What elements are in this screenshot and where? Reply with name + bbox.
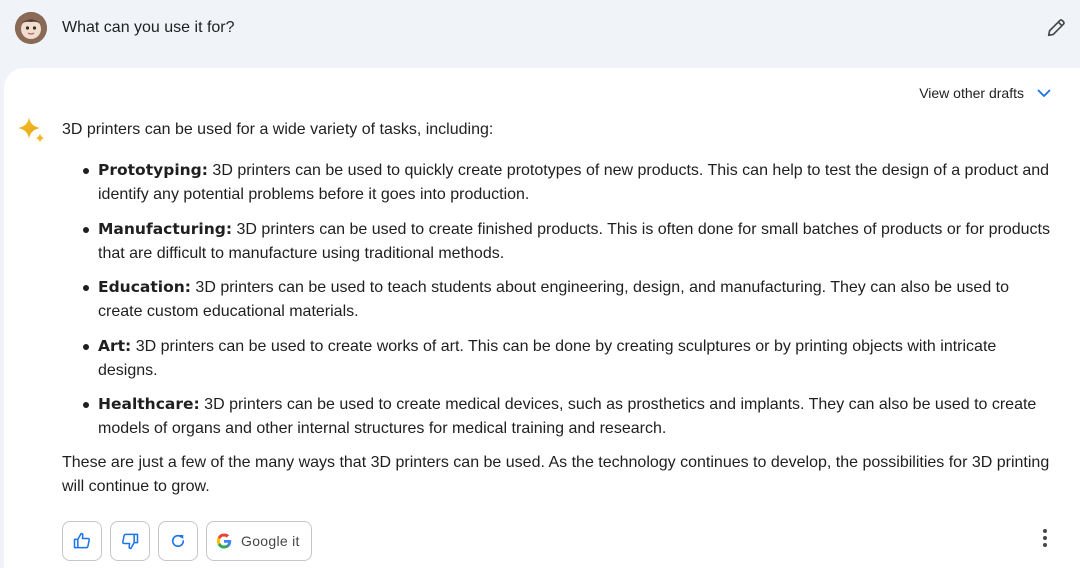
thumbs-down-button[interactable]: [110, 521, 150, 561]
list-item: Education: 3D printers can be used to te…: [62, 275, 1052, 324]
regenerate-icon: [171, 534, 185, 548]
gemini-sparkle-icon: [16, 116, 48, 148]
list-item-text: 3D printers can be used to teach student…: [98, 279, 1010, 320]
list-item-term: Prototyping:: [98, 161, 208, 179]
thumbs-up-button[interactable]: [62, 521, 102, 561]
more-vert-icon: [1043, 529, 1047, 547]
list-item: Prototyping: 3D printers can be used to …: [62, 158, 1052, 207]
response-card: View other drafts 3D printers can be use…: [4, 68, 1080, 568]
list-item: Healthcare: 3D printers can be used to c…: [62, 392, 1052, 441]
list-item: Manufacturing: 3D printers can be used t…: [62, 217, 1052, 266]
view-other-drafts-label: View other drafts: [919, 85, 1024, 101]
thumbs-down-icon: [122, 533, 139, 550]
prompt-text: What can you use it for?: [62, 19, 235, 36]
edit-prompt-button[interactable]: [1044, 16, 1068, 40]
list-item-text: 3D printers can be used to create medica…: [98, 396, 1037, 437]
google-it-button[interactable]: Google it: [206, 521, 312, 561]
response-outro: These are just a few of the many ways th…: [62, 453, 1050, 495]
list-item-term: Healthcare:: [98, 395, 200, 413]
regenerate-button[interactable]: [158, 521, 198, 561]
thumbs-up-icon: [73, 532, 90, 549]
list-item-term: Manufacturing:: [98, 219, 233, 238]
view-other-drafts-button[interactable]: View other drafts: [919, 82, 1052, 104]
response-intro: 3D printers can be used for a wide varie…: [62, 121, 494, 138]
response-content: 3D printers can be used for a wide varie…: [62, 118, 1052, 499]
list-item-text: 3D printers can be used to quickly creat…: [98, 162, 1050, 203]
chevron-down-icon: [1037, 89, 1051, 97]
google-it-label: Google it: [241, 533, 300, 549]
list-item: Art: 3D printers can be used to create w…: [62, 334, 1052, 383]
more-options-button[interactable]: [1033, 526, 1057, 550]
list-item-text: 3D printers can be used to create works …: [98, 337, 997, 379]
list-item-term: Art:: [98, 336, 132, 355]
response-actions: Google it: [62, 521, 312, 561]
use-case-list: Prototyping: 3D printers can be used to …: [62, 158, 1052, 441]
list-item-text: 3D printers can be used to create finish…: [98, 220, 1050, 262]
user-prompt-row: What can you use it for?: [0, 0, 1080, 60]
google-logo-icon: [216, 533, 232, 549]
pencil-icon: [1047, 19, 1065, 37]
list-item-term: Education:: [98, 278, 191, 296]
user-avatar[interactable]: [15, 12, 47, 44]
